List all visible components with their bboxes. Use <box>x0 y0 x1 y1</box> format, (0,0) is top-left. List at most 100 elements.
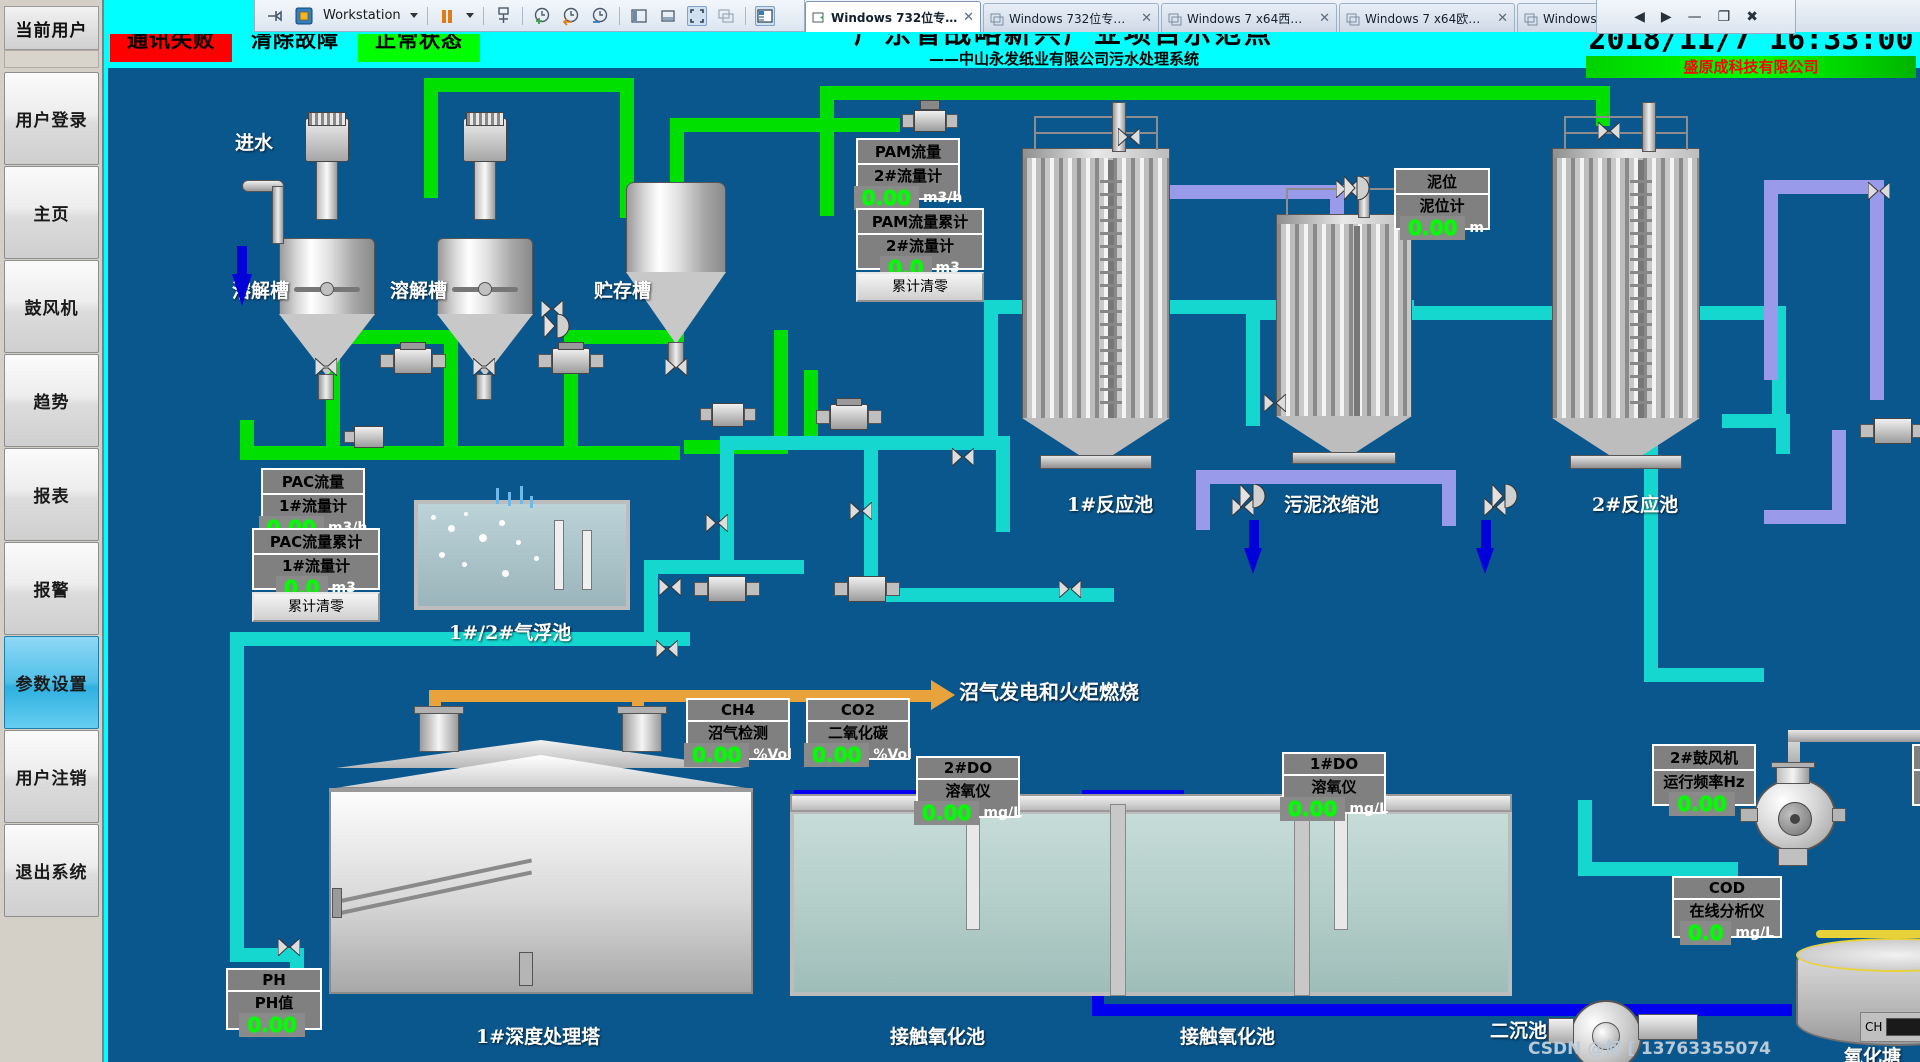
forward-arrow-icon[interactable]: ▶ <box>1661 9 1672 25</box>
tab-windows-7-32-all[interactable]: Windows 732位专业版各... ✕ <box>805 1 981 32</box>
panel-blower-1[interactable]: 1#鼓风机 运行频率Hz 0.00 <box>1912 744 1920 806</box>
valve-icon[interactable] <box>1264 394 1286 412</box>
tab-windows-7-32-mitsubishi[interactable]: Windows 732位专业版三菱... ✕ <box>983 3 1159 32</box>
sidebar-item-exit-system[interactable]: 退出系统 <box>4 824 99 917</box>
snapshot-icon[interactable] <box>493 6 513 26</box>
valve-icon[interactable] <box>473 358 495 376</box>
pump-transfer-1[interactable] <box>344 422 390 456</box>
valve-icon[interactable] <box>315 358 337 376</box>
minimize-icon[interactable] <box>658 6 678 26</box>
panel-value: 0.0 <box>1680 921 1731 945</box>
panel-unit: m3/h <box>923 190 962 206</box>
sidebar-item-blower[interactable]: 鼓风机 <box>4 260 99 353</box>
valve-icon[interactable] <box>1598 122 1620 140</box>
panel-blower-2[interactable]: 2#鼓风机 运行频率Hz 0.00 <box>1652 744 1756 806</box>
reset-total-button-pac[interactable]: 累计清零 <box>252 592 380 622</box>
chevron-down-icon[interactable] <box>410 13 418 18</box>
current-user-value <box>4 50 99 68</box>
valve-icon[interactable] <box>1118 128 1140 146</box>
close-icon[interactable]: ✕ <box>963 10 974 25</box>
sidebar-item-alarm[interactable]: 报警 <box>4 542 99 635</box>
pump-dosing-2[interactable] <box>538 342 604 384</box>
panel-do-1[interactable]: 1#DO 溶氧仪 0.00mg/L <box>1282 752 1386 814</box>
panel-pam-flow[interactable]: PAM流量 2#流量计 0.00m3/h <box>856 138 960 200</box>
valve-icon[interactable] <box>706 514 728 532</box>
flow-arrow-down-icon <box>1244 548 1262 574</box>
label-oxidation-pool: 氧化塘 <box>1844 1042 1901 1062</box>
panel-value: 0.00 <box>1669 792 1734 816</box>
pipe-water-cyan <box>1644 440 1658 680</box>
toolbar-separator <box>522 7 523 25</box>
valve-icon[interactable] <box>665 358 687 376</box>
thumbnail-icon[interactable] <box>755 6 775 26</box>
label-contact-oxidation-2: 接触氧化池 <box>1180 1022 1275 1049</box>
sidebar-item-user-login[interactable]: 用户登录 <box>4 72 99 165</box>
sidebar-item-trend[interactable]: 趋势 <box>4 354 99 447</box>
valve-half-icon[interactable] <box>1240 484 1268 508</box>
vmware-icon[interactable] <box>294 6 314 26</box>
snapshot-revert-icon[interactable] <box>561 6 581 26</box>
pump-return-sludge[interactable] <box>1860 412 1920 454</box>
close-icon[interactable]: ✖ <box>1746 9 1758 25</box>
pump-flotation-2[interactable] <box>834 570 900 612</box>
pipe-water-cyan <box>1644 668 1764 682</box>
sidebar-item-parameter-settings[interactable]: 参数设置 <box>4 636 99 729</box>
panel-pac-total[interactable]: PAC流量累计 1#流量计 0.0m3 <box>252 528 380 590</box>
valve-half-icon[interactable] <box>1492 484 1520 508</box>
valve-half-icon[interactable] <box>1344 176 1372 200</box>
pump-dosing-1[interactable] <box>380 342 446 384</box>
panel-ch4[interactable]: CH4 沼气检测 0.00%Vol <box>686 698 790 760</box>
pump-flotation-1[interactable] <box>694 570 760 612</box>
valve-icon[interactable] <box>1059 580 1081 598</box>
snapshot-manager-icon[interactable] <box>590 6 610 26</box>
bottom-right-meter-panel[interactable]: CH CO <box>1860 1012 1920 1042</box>
valve-icon[interactable] <box>656 640 678 658</box>
panel-pam-total[interactable]: PAM流量累计 2#流量计 0.0m3 <box>856 208 984 270</box>
valve-icon[interactable] <box>952 448 974 466</box>
sidebar-icon[interactable] <box>629 6 649 26</box>
panel-cod[interactable]: COD 在线分析仪 0.0mg/L <box>1672 876 1782 938</box>
panel-ph[interactable]: PH PH值 0.00 <box>226 968 322 1030</box>
pipe-water-cyan <box>1776 414 1790 454</box>
pipe-sludge-violet <box>1832 430 1846 520</box>
close-icon[interactable]: ✕ <box>1141 11 1152 26</box>
panel-subtitle: 在线分析仪 <box>1674 900 1780 921</box>
label-reactor-1: 1#反应池 <box>1067 490 1153 517</box>
pin-icon[interactable] <box>265 6 285 26</box>
toolbar-separator <box>745 7 746 25</box>
unity-icon[interactable] <box>716 6 736 26</box>
pump-top-dosing[interactable] <box>902 100 958 140</box>
valve-half-icon[interactable] <box>544 314 572 338</box>
panel-value: 0.00 <box>684 743 749 767</box>
valve-icon[interactable] <box>850 502 872 520</box>
panel-pac-flow[interactable]: PAC流量 1#流量计 0.00m3/h <box>261 468 365 530</box>
sidebar-item-user-logout[interactable]: 用户注销 <box>4 730 99 823</box>
restore-icon[interactable]: ❐ <box>1718 9 1731 25</box>
valve-icon[interactable] <box>659 578 681 596</box>
label-dissolve-tank-2: 溶解槽 <box>390 276 447 303</box>
pump-dosing-3[interactable] <box>816 398 882 440</box>
close-icon[interactable]: ✕ <box>1319 11 1330 26</box>
close-icon[interactable]: ✕ <box>1497 11 1508 26</box>
minimize-icon[interactable]: — <box>1688 9 1702 25</box>
back-arrow-icon[interactable]: ◀ <box>1634 9 1645 25</box>
pause-icon[interactable] <box>437 6 457 26</box>
panel-title: PAM流量累计 <box>858 210 982 235</box>
flow-arrow-down-icon <box>1476 548 1494 574</box>
panel-title: 1#鼓风机 <box>1914 746 1920 771</box>
chevron-down-icon[interactable] <box>466 13 474 18</box>
valve-icon[interactable] <box>1868 182 1890 200</box>
fullscreen-icon[interactable] <box>687 6 707 26</box>
sidebar-item-home[interactable]: 主页 <box>4 166 99 259</box>
panel-mud-level[interactable]: 泥位 泥位计 0.00m <box>1394 168 1490 230</box>
tab-windows-7-x64-omron[interactable]: Windows 7 x64欧姆龙 ✕ <box>1339 3 1515 32</box>
valve-icon[interactable] <box>278 938 300 956</box>
sidebar-item-report[interactable]: 报表 <box>4 448 99 541</box>
panel-co2[interactable]: CO2 二氧化碳 0.00%Vol <box>806 698 910 760</box>
tab-windows-7-x64-siemens[interactable]: Windows 7 x64西门子 ✕ <box>1161 3 1337 32</box>
panel-do-2[interactable]: 2#DO 溶氧仪 0.00mg/L <box>916 756 1020 818</box>
pump-transfer-2[interactable] <box>700 398 756 434</box>
snapshot-take-icon[interactable] <box>532 6 552 26</box>
reset-total-button-pam[interactable]: 累计清零 <box>856 272 984 302</box>
tab-label: Windows 732位专业版各... <box>831 9 958 26</box>
